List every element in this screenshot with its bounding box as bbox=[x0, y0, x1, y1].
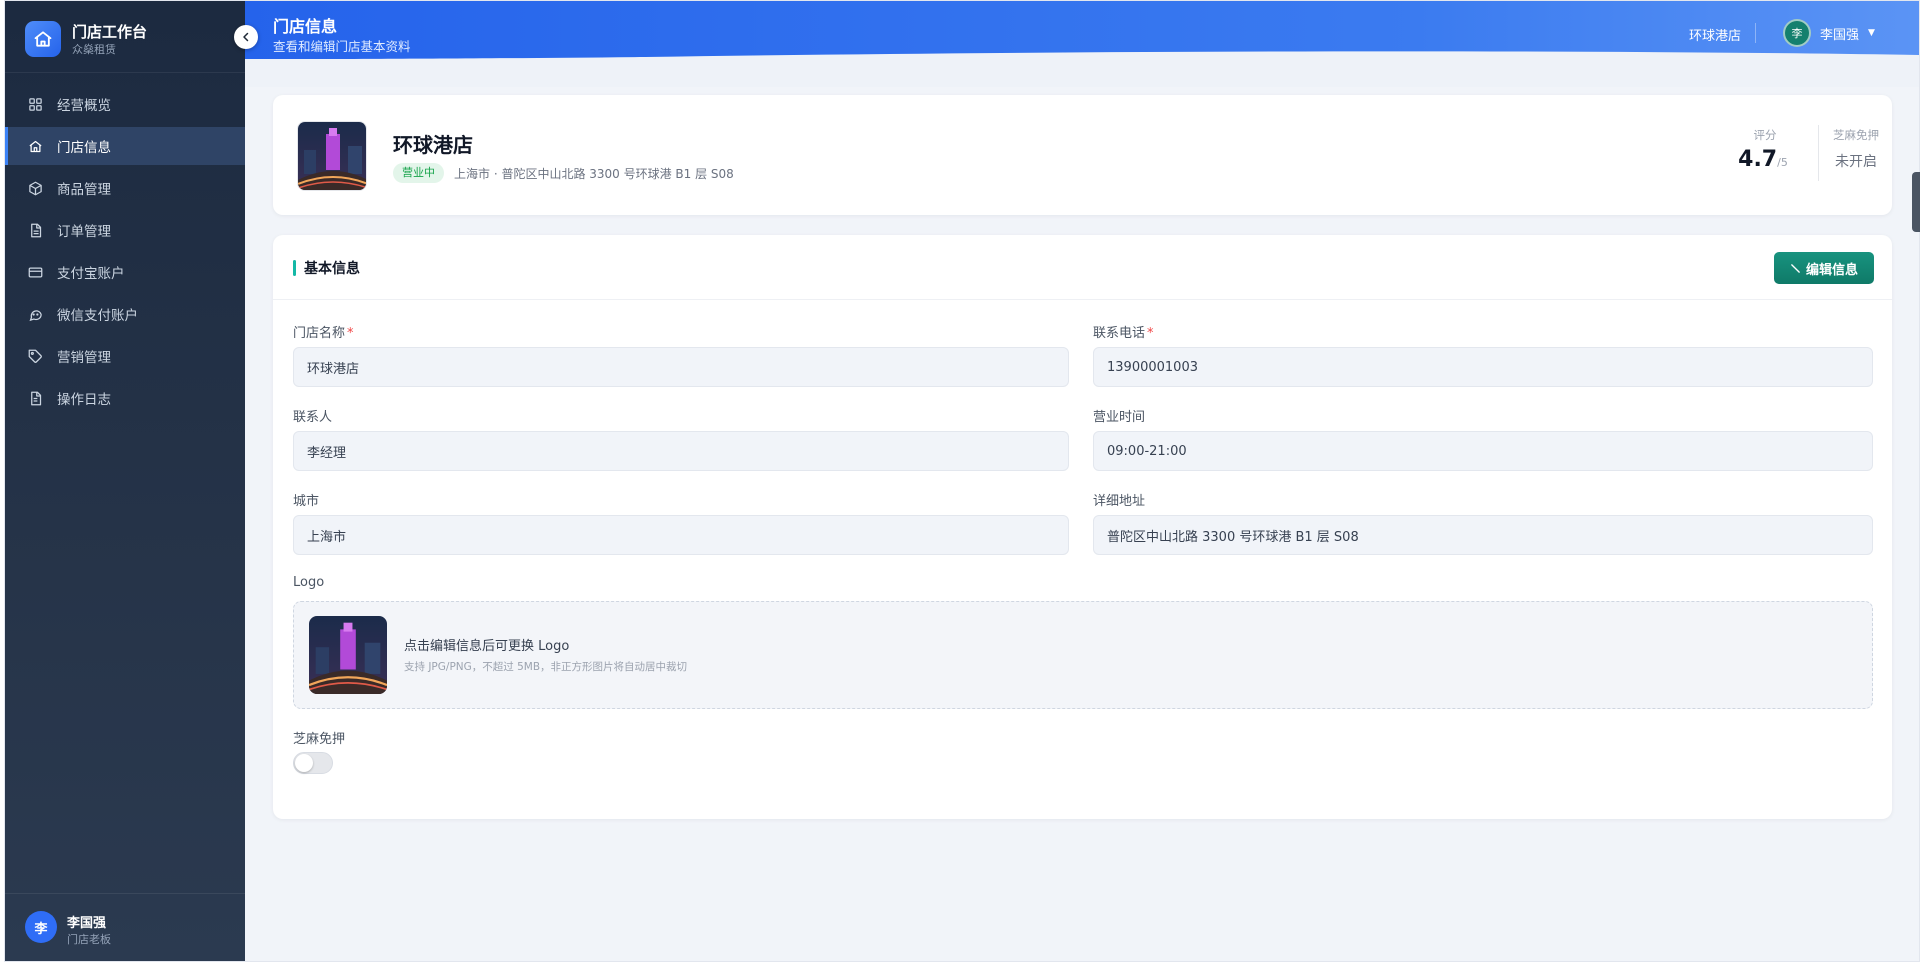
phone-field[interactable]: 13900001003 bbox=[1093, 347, 1873, 387]
contact-label: 联系人 bbox=[293, 410, 333, 425]
current-store: 环球港店 bbox=[1689, 29, 1742, 44]
stat-divider bbox=[1818, 125, 1819, 181]
sidebar-item-label: 商品管理 bbox=[57, 182, 111, 198]
sidebar-nav: 经营概览 门店信息 商品管理 订单管理 支付宝账户 微信支付账户 营销管理 操作… bbox=[5, 85, 245, 421]
sidebar-item-label: 营销管理 bbox=[57, 350, 111, 366]
sidebar-item-store-info[interactable]: 门店信息 bbox=[5, 127, 245, 165]
page-title: 门店信息 bbox=[273, 17, 338, 36]
required-mark: * bbox=[1147, 326, 1154, 341]
collapse-sidebar-button[interactable] bbox=[234, 25, 258, 49]
brand-title: 门店工作台 bbox=[72, 23, 148, 41]
sidebar-user[interactable]: 李 李国强 门店老板 bbox=[5, 893, 245, 961]
zhima-label: 芝麻免押 bbox=[1833, 128, 1879, 142]
user-role: 门店老板 bbox=[67, 933, 111, 946]
rating-value: 4.7/5 bbox=[1738, 147, 1788, 172]
zhima-toggle-label: 芝麻免押 bbox=[293, 732, 346, 747]
store-name-label: 门店名称 * bbox=[293, 326, 354, 341]
toggle-knob bbox=[295, 754, 313, 772]
address-field[interactable]: 普陀区中山北路 3300 号环球港 B1 层 S08 bbox=[1093, 515, 1873, 555]
rating-max: /5 bbox=[1777, 156, 1788, 169]
zhima-toggle[interactable] bbox=[293, 752, 333, 774]
store-name: 环球港店 bbox=[393, 133, 473, 157]
status-badge: 营业中 bbox=[393, 163, 444, 183]
sidebar-item-label: 支付宝账户 bbox=[57, 266, 125, 282]
sidebar-item-label: 订单管理 bbox=[57, 224, 111, 240]
home-icon bbox=[27, 138, 43, 154]
store-address: 上海市 · 普陀区中山北路 3300 号环球港 B1 层 S08 bbox=[454, 167, 734, 181]
section-title: 基本信息 bbox=[304, 261, 360, 277]
chevron-left-icon bbox=[240, 31, 252, 43]
logo-label: Logo bbox=[293, 575, 325, 590]
required-mark: * bbox=[347, 326, 354, 341]
document-icon bbox=[27, 390, 43, 406]
header-background bbox=[245, 1, 1919, 87]
city-field[interactable]: 上海市 bbox=[293, 515, 1069, 555]
section-accent-bar bbox=[293, 260, 296, 276]
brand-subtitle: 众燊租赁 bbox=[72, 43, 116, 56]
grid-icon bbox=[27, 96, 43, 112]
page-header: 门店信息 查看和编辑门店基本资料 环球港店 李 李国强 ▼ bbox=[245, 1, 1919, 87]
tag-icon bbox=[27, 348, 43, 364]
zhima-status: 未开启 bbox=[1835, 154, 1877, 170]
basic-info-card: 基本信息 编辑信息 门店名称 * 环球港店 联系电话 * 13900001003 联… bbox=[273, 235, 1892, 819]
user-name: 李国强 bbox=[1820, 27, 1860, 43]
sidebar: 门店工作台 众燊租赁 经营概览 门店信息 商品管理 订单管理 支付宝账户 微信支… bbox=[5, 1, 245, 961]
hours-field[interactable]: 09:00-21:00 bbox=[1093, 431, 1873, 471]
hours-label: 营业时间 bbox=[1093, 410, 1146, 425]
contact-field[interactable]: 李经理 bbox=[293, 431, 1069, 471]
user-name: 李国强 bbox=[67, 916, 107, 931]
store-thumbnail bbox=[297, 121, 367, 191]
phone-label: 联系电话 * bbox=[1093, 326, 1154, 341]
section-header: 基本信息 编辑信息 bbox=[273, 235, 1892, 300]
store-home-icon bbox=[25, 21, 61, 57]
page-subtitle: 查看和编辑门店基本资料 bbox=[273, 39, 411, 54]
header-divider bbox=[1755, 23, 1756, 43]
box-icon bbox=[27, 180, 43, 196]
edit-info-button[interactable]: 编辑信息 bbox=[1774, 252, 1874, 284]
edit-info-label: 编辑信息 bbox=[1805, 262, 1858, 278]
city-label: 城市 bbox=[293, 494, 320, 509]
pencil-icon bbox=[1790, 263, 1801, 274]
sidebar-item-overview[interactable]: 经营概览 bbox=[5, 85, 245, 123]
file-text-icon bbox=[27, 222, 43, 238]
avatar: 李 bbox=[1783, 19, 1811, 47]
side-scroll-handle[interactable] bbox=[1912, 172, 1920, 232]
logo-upload-area[interactable]: 点击编辑信息后可更换 Logo 支持 JPG/PNG，不超过 5MB，非正方形图… bbox=[293, 601, 1873, 709]
sidebar-item-label: 门店信息 bbox=[57, 140, 111, 156]
avatar: 李 bbox=[25, 911, 57, 943]
sidebar-item-label: 微信支付账户 bbox=[57, 308, 138, 324]
credit-card-icon bbox=[27, 264, 43, 280]
user-menu[interactable]: 李 李国强 ▼ bbox=[1783, 19, 1875, 47]
sidebar-item-logs[interactable]: 操作日志 bbox=[5, 379, 245, 417]
rating-label: 评分 bbox=[1753, 128, 1777, 142]
sidebar-item-wechat-pay[interactable]: 微信支付账户 bbox=[5, 295, 245, 333]
sidebar-item-alipay[interactable]: 支付宝账户 bbox=[5, 253, 245, 291]
chat-icon bbox=[27, 306, 43, 322]
address-label: 详细地址 bbox=[1093, 494, 1146, 509]
sidebar-item-orders[interactable]: 订单管理 bbox=[5, 211, 245, 249]
logo-requirements: 支持 JPG/PNG，不超过 5MB，非正方形图片将自动居中裁切 bbox=[404, 661, 688, 673]
sidebar-item-products[interactable]: 商品管理 bbox=[5, 169, 245, 207]
store-summary-card: 环球港店 营业中 上海市 · 普陀区中山北路 3300 号环球港 B1 层 S0… bbox=[273, 95, 1892, 215]
sidebar-item-label: 操作日志 bbox=[57, 392, 111, 408]
logo-hint: 点击编辑信息后可更换 Logo bbox=[404, 639, 570, 654]
sidebar-item-marketing[interactable]: 营销管理 bbox=[5, 337, 245, 375]
logo-image bbox=[309, 616, 387, 694]
caret-down-icon: ▼ bbox=[1868, 28, 1875, 38]
sidebar-item-label: 经营概览 bbox=[57, 98, 111, 114]
app-window: 门店工作台 众燊租赁 经营概览 门店信息 商品管理 订单管理 支付宝账户 微信支… bbox=[4, 0, 1920, 962]
brand: 门店工作台 众燊租赁 bbox=[5, 1, 245, 73]
store-name-field[interactable]: 环球港店 bbox=[293, 347, 1069, 387]
